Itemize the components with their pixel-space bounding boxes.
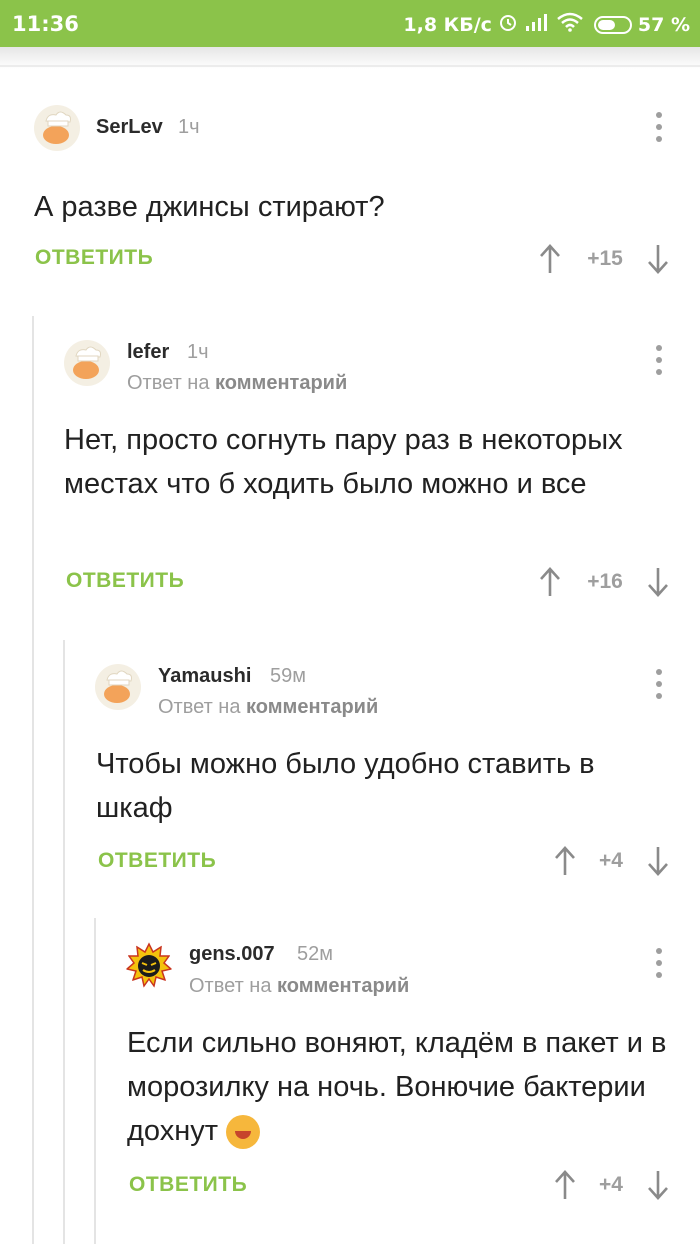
comment-author[interactable]: SerLev [96, 116, 163, 139]
downvote-arrow-icon[interactable] [646, 243, 670, 275]
thread-line [63, 640, 65, 1244]
upvote-arrow-icon[interactable] [553, 1169, 577, 1201]
reply-to-link[interactable]: комментарий [215, 372, 347, 394]
battery-icon [593, 15, 632, 34]
comment-text: Если сильно воняют, кладём в пакет и в м… [127, 1021, 677, 1153]
comment-text: А разве джинсы стирают? [34, 191, 385, 223]
thread-line [94, 918, 96, 1244]
comment-rating: +15 [587, 247, 623, 270]
status-time: 11:36 [12, 12, 79, 36]
comment-time: 1ч [178, 116, 200, 138]
reply-to-label: Ответ на комментарий [189, 975, 410, 997]
more-options-icon[interactable] [654, 112, 664, 142]
downvote-arrow-icon[interactable] [646, 1169, 670, 1201]
more-options-icon[interactable] [654, 948, 664, 978]
toolbar-shadow [0, 47, 700, 69]
reply-to-link[interactable]: комментарий [277, 975, 409, 997]
reply-button[interactable]: ОТВЕТИТЬ [35, 246, 153, 270]
comment-rating: +4 [599, 849, 623, 872]
comment-author[interactable]: gens.007 [189, 943, 275, 966]
reply-to-label: Ответ на комментарий [158, 696, 379, 718]
avatar[interactable] [64, 340, 110, 386]
upvote-arrow-icon[interactable] [553, 845, 577, 877]
downvote-arrow-icon[interactable] [646, 845, 670, 877]
comment-text: Чтобы можно было удобно ставить в шкаф [96, 748, 595, 824]
reply-button[interactable]: ОТВЕТИТЬ [129, 1173, 247, 1197]
comment-time: 52м [297, 943, 333, 965]
thread-line [32, 316, 34, 1244]
status-bar: 11:36 1,8 КБ/с 57 % [0, 0, 700, 47]
avatar[interactable] [126, 942, 172, 988]
more-options-icon[interactable] [654, 669, 664, 699]
reply-to-label: Ответ на комментарий [127, 372, 348, 394]
reply-button[interactable]: ОТВЕТИТЬ [98, 849, 216, 873]
downvote-arrow-icon[interactable] [646, 566, 670, 598]
comment-author[interactable]: Yamaushi [158, 665, 251, 688]
comment-rating: +16 [587, 570, 623, 593]
comment-author[interactable]: lefer [127, 341, 169, 364]
reply-button[interactable]: ОТВЕТИТЬ [66, 569, 184, 593]
comment-rating: +4 [599, 1173, 623, 1196]
more-options-icon[interactable] [654, 345, 664, 375]
avatar[interactable] [34, 105, 80, 151]
upvote-arrow-icon[interactable] [538, 566, 562, 598]
battery-percent: 57 % [637, 13, 690, 36]
alarm-icon [498, 12, 518, 37]
reply-to-link[interactable]: комментарий [246, 696, 378, 718]
comment-text: Нет, просто согнуть пару раз в некоторых… [64, 424, 623, 500]
upvote-arrow-icon[interactable] [538, 243, 562, 275]
laughing-emoji-icon [226, 1115, 261, 1150]
network-speed: 1,8 КБ/с [403, 13, 492, 36]
avatar[interactable] [95, 664, 141, 710]
comment-time: 59м [270, 665, 306, 687]
wifi-icon [556, 12, 584, 37]
comment-time: 1ч [187, 341, 209, 363]
signal-icon [524, 12, 550, 37]
